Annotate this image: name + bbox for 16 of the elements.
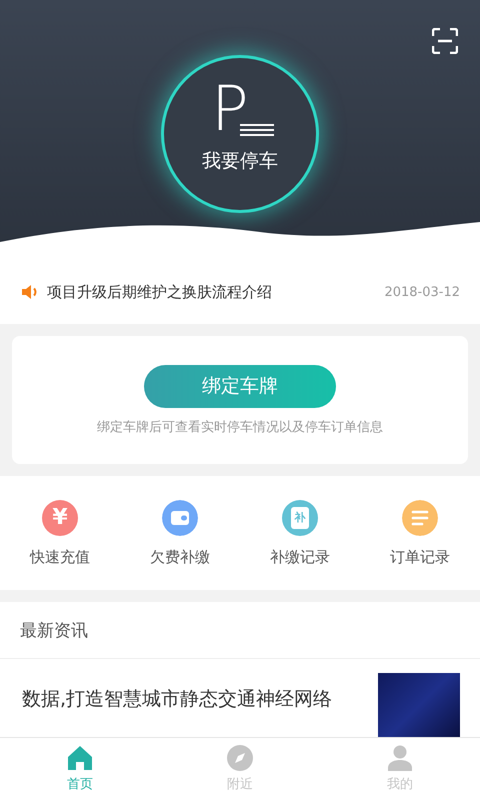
scan-icon[interactable] <box>432 28 458 54</box>
shortcut-button[interactable]: 欠费补缴 <box>120 500 240 566</box>
shortcut-button[interactable]: ¥ 快速充值 <box>0 500 120 566</box>
person-icon <box>387 745 413 771</box>
record-icon: 补 <box>282 500 318 536</box>
notice-date: 2018-03-12 <box>384 284 460 300</box>
speaker-icon <box>22 285 38 299</box>
shortcut-button[interactable]: 订单记录 <box>360 500 480 566</box>
yuan-icon: ¥ <box>42 500 78 536</box>
section-title: 最新资讯 <box>20 620 88 642</box>
home-icon <box>67 745 93 771</box>
shortcut-button[interactable]: 补 补缴记录 <box>240 500 360 566</box>
park-button[interactable]: P 我要停车 <box>164 58 316 210</box>
compass-icon <box>227 745 253 771</box>
notice-text[interactable]: 项目升级后期维护之换肤流程介绍 <box>47 282 376 302</box>
bind-hint: 绑定车牌后可查看实时停车情况以及停车订单信息 <box>97 418 383 436</box>
